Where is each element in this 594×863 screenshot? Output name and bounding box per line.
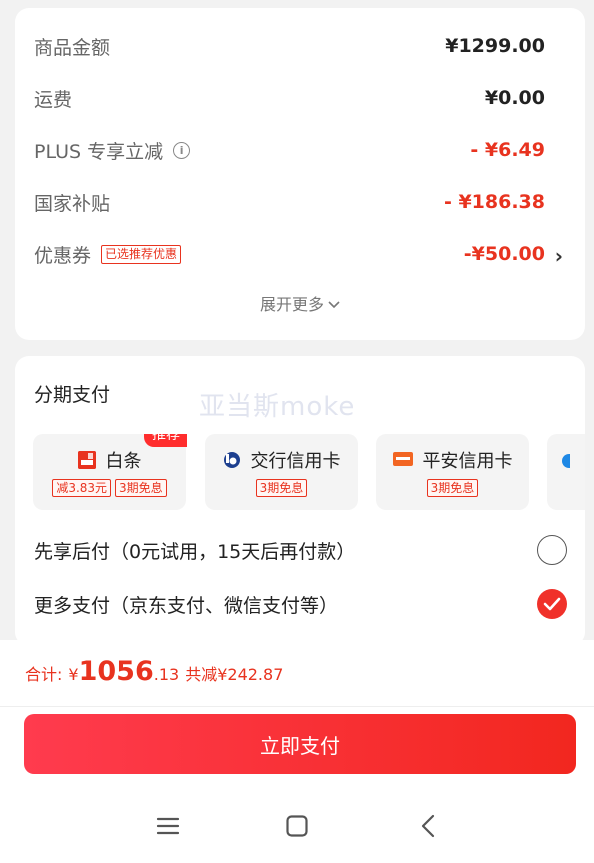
total-label: 合计: xyxy=(25,665,63,684)
row-coupon[interactable]: 优惠券 已选推荐优惠 -¥50.00 xyxy=(34,236,545,272)
pingan-tag-interest-free: 3期免息 xyxy=(426,479,479,497)
row-shipping: 运费 ¥0.00 xyxy=(34,80,545,116)
national-subsidy-value: - ¥186.38 xyxy=(443,191,545,213)
expand-more-label: 展开更多 xyxy=(259,295,324,314)
bocom-name: 交行信用卡 xyxy=(250,451,341,472)
watermark: 亚当斯moke xyxy=(199,392,356,422)
coupon-value: -¥50.00 xyxy=(463,243,545,265)
back-icon[interactable] xyxy=(408,810,448,842)
pay-later-label: 先享后付（0元试用，15天后再付款） xyxy=(34,540,356,563)
payment-card: 分期支付 亚当斯moke 白条 减3.83元 3期免息 推荐 交行信用卡 3期免… xyxy=(15,356,585,646)
row-national-subsidy: 国家补贴 - ¥186.38 xyxy=(34,184,545,220)
recommend-badge: 推荐 xyxy=(144,434,187,447)
coupon-tag: 已选推荐优惠 xyxy=(101,244,182,264)
pay-option-more[interactable] xyxy=(547,434,585,510)
goods-amount-value: ¥1299.00 xyxy=(445,35,545,57)
row-plus-discount: PLUS 专享立减 i - ¥6.49 xyxy=(34,132,545,168)
pingan-name: 平安信用卡 xyxy=(422,451,513,472)
home-icon[interactable] xyxy=(277,810,317,842)
coupon-label: 优惠券 xyxy=(34,244,92,267)
baitiao-name: 白条 xyxy=(105,451,142,472)
price-detail-card: 商品金额 ¥1299.00 运费 ¥0.00 PLUS 专享立减 i - ¥6.… xyxy=(15,8,585,340)
pay-option-pingan[interactable]: 平安信用卡 3期免息 xyxy=(376,434,529,510)
chevron-right-icon[interactable]: › xyxy=(555,244,563,268)
more-pay-checkmark-icon[interactable] xyxy=(537,589,567,619)
total-currency: ¥ xyxy=(68,665,79,684)
installment-options: 白条 减3.83元 3期免息 推荐 交行信用卡 3期免息 平安信用卡 3期免息 xyxy=(33,434,585,512)
system-nav-bar xyxy=(0,800,594,850)
info-icon[interactable]: i xyxy=(173,141,191,159)
plus-discount-value: - ¥6.49 xyxy=(470,139,545,161)
method-more-pay[interactable]: 更多支付（京东支付、微信支付等） xyxy=(34,586,567,622)
installment-title: 分期支付 xyxy=(34,384,111,406)
shipping-value: ¥0.00 xyxy=(484,87,545,109)
more-pay-label: 更多支付（京东支付、微信支付等） xyxy=(34,594,339,617)
total-decimal: .13 xyxy=(153,665,180,684)
total-saved: 共减¥242.87 xyxy=(185,665,284,684)
goods-amount-label: 商品金额 xyxy=(34,36,111,59)
pay-later-radio[interactable] xyxy=(537,535,567,565)
shipping-label: 运费 xyxy=(34,88,73,111)
pay-option-bocom[interactable]: 交行信用卡 3期免息 xyxy=(205,434,358,510)
checkout-bar: 合计: ¥ 1056 .13 共减¥242.87 立即支付 xyxy=(0,640,594,863)
bocom-bank-icon xyxy=(223,451,241,469)
bocom-tag-interest-free: 3期免息 xyxy=(255,479,308,497)
baitiao-icon xyxy=(77,451,96,469)
pingan-bank-icon xyxy=(392,450,413,471)
national-subsidy-label: 国家补贴 xyxy=(34,192,111,215)
baitiao-tag-interest-free: 3期免息 xyxy=(115,479,167,497)
row-goods-amount: 商品金额 ¥1299.00 xyxy=(34,28,545,64)
baitiao-tag-discount: 减3.83元 xyxy=(52,479,112,497)
divider xyxy=(0,706,594,707)
chevron-down-icon xyxy=(328,298,340,312)
method-pay-later[interactable]: 先享后付（0元试用，15天后再付款） xyxy=(34,532,567,568)
total-integer: 1056 xyxy=(78,656,154,687)
pay-now-button[interactable]: 立即支付 xyxy=(24,714,576,774)
menu-icon[interactable] xyxy=(148,810,188,842)
pay-option-baitiao[interactable]: 白条 减3.83元 3期免息 推荐 xyxy=(33,434,187,510)
expand-more-button[interactable]: 展开更多 xyxy=(15,291,585,315)
total-line: 合计: ¥ 1056 .13 共减¥242.87 xyxy=(25,656,283,687)
plus-discount-label: PLUS 专享立减 xyxy=(34,140,164,163)
bank-icon xyxy=(562,454,570,468)
